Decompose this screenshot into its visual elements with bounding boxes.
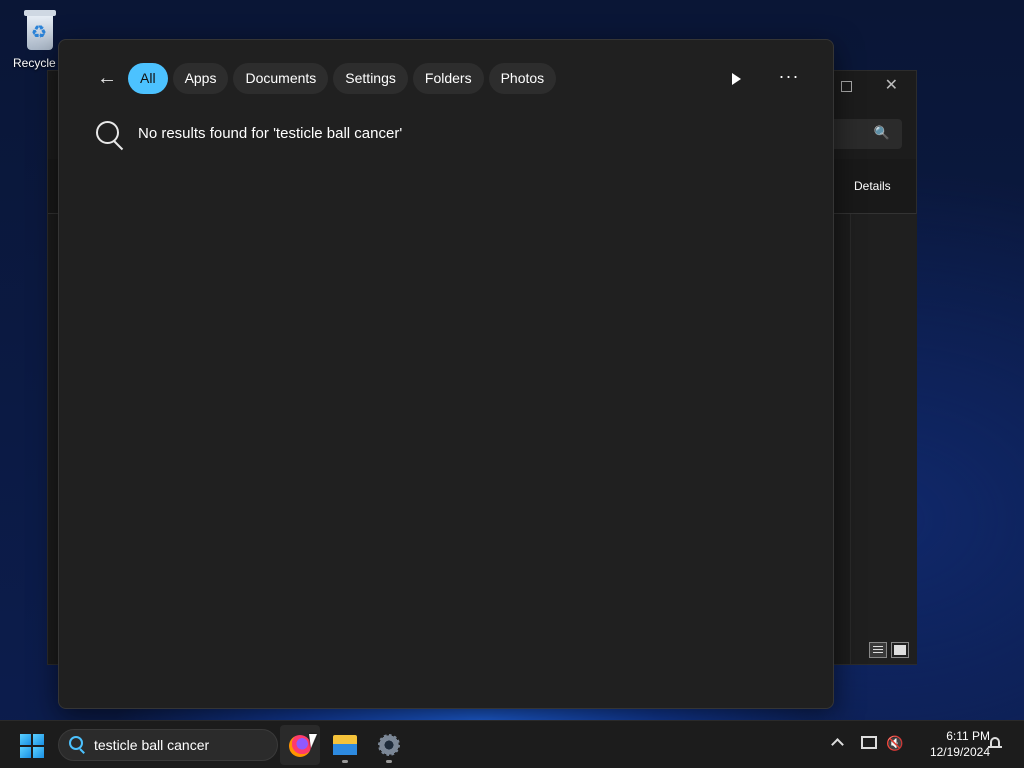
search-filter-tabs: All Apps Documents Settings Folders Phot… xyxy=(128,63,557,94)
network-icon[interactable] xyxy=(861,736,877,749)
tab-folders[interactable]: Folders xyxy=(412,63,484,94)
clock-date: 12/19/2024 xyxy=(929,745,990,759)
clock[interactable]: 6:11 PM 12/19/2024 xyxy=(910,728,990,760)
tab-photos[interactable]: Photos xyxy=(488,63,557,94)
details-pane xyxy=(850,214,917,664)
play-icon[interactable] xyxy=(726,69,746,89)
search-flyout: ← All Apps Documents Settings Folders Ph… xyxy=(58,39,834,709)
start-button[interactable] xyxy=(20,734,44,758)
tab-settings[interactable]: Settings xyxy=(333,63,408,94)
taskbar-search-box[interactable]: testicle ball cancer xyxy=(58,729,278,761)
clock-time: 6:11 PM xyxy=(946,729,990,743)
maximize-button[interactable] xyxy=(841,81,852,92)
search-icon: 🔍 xyxy=(873,125,890,140)
notification-bell-icon[interactable] xyxy=(988,736,1002,750)
tab-documents[interactable]: Documents xyxy=(233,63,329,94)
search-icon xyxy=(69,736,85,752)
details-view-button[interactable] xyxy=(869,642,887,658)
back-arrow-icon[interactable]: ← xyxy=(95,66,119,90)
no-results-row: No results found for 'testicle ball canc… xyxy=(95,120,402,152)
file-explorer-icon[interactable] xyxy=(325,725,365,765)
search-magnifier-icon xyxy=(95,120,127,152)
tab-all[interactable]: All xyxy=(128,63,168,94)
volume-muted-icon[interactable]: 🔇 xyxy=(886,735,903,752)
more-options-icon[interactable]: ··· xyxy=(777,66,801,90)
large-icons-view-button[interactable] xyxy=(891,642,909,658)
close-button[interactable]: ✕ xyxy=(885,75,898,95)
no-results-message: No results found for 'testicle ball canc… xyxy=(138,124,403,142)
tab-apps[interactable]: Apps xyxy=(172,63,229,94)
recycle-bin-icon xyxy=(22,8,58,52)
explorer-search-box[interactable]: 🔍 xyxy=(828,119,902,149)
taskbar-search-query[interactable]: testicle ball cancer xyxy=(94,737,209,753)
settings-icon[interactable] xyxy=(369,725,409,765)
details-button[interactable]: Details xyxy=(854,179,891,193)
show-hidden-icons-chevron-icon[interactable] xyxy=(830,735,846,751)
